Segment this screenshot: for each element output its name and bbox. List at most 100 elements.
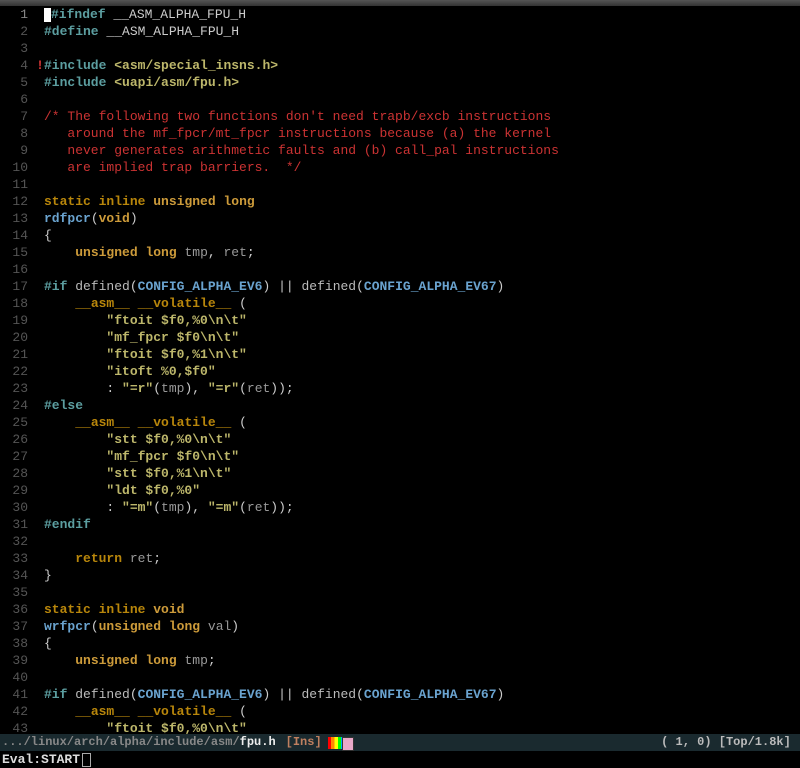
code-content[interactable]: "mf_fpcr $f0\n\t" <box>44 448 800 465</box>
code-content[interactable]: "stt $f0,%0\n\t" <box>44 431 800 448</box>
code-line[interactable]: 2 #define __ASM_ALPHA_FPU_H <box>0 23 800 40</box>
gutter-mark <box>36 380 44 397</box>
code-line[interactable]: 26 "stt $f0,%0\n\t" <box>0 431 800 448</box>
code-content[interactable]: /* The following two functions don't nee… <box>44 108 800 125</box>
code-content[interactable]: #ifndef __ASM_ALPHA_FPU_H <box>44 6 800 23</box>
code-content[interactable]: "stt $f0,%1\n\t" <box>44 465 800 482</box>
code-line[interactable]: 5#include <uapi/asm/fpu.h> <box>0 74 800 91</box>
code-line[interactable]: 40 <box>0 669 800 686</box>
code-content[interactable]: "ftoit $f0,%1\n\t" <box>44 346 800 363</box>
code-line[interactable]: 17#if defined(CONFIG_ALPHA_EV6) || defin… <box>0 278 800 295</box>
code-line[interactable]: 25 __asm__ __volatile__ ( <box>0 414 800 431</box>
code-line[interactable]: 4!#include <asm/special_insns.h> <box>0 57 800 74</box>
code-content[interactable]: : "=r"(tmp), "=r"(ret)); <box>44 380 800 397</box>
line-number: 2 <box>0 23 36 40</box>
code-content[interactable] <box>44 584 800 601</box>
code-content[interactable]: #if defined(CONFIG_ALPHA_EV6) || defined… <box>44 278 800 295</box>
line-number: 24 <box>0 397 36 414</box>
code-line[interactable]: 28 "stt $f0,%1\n\t" <box>0 465 800 482</box>
code-content[interactable]: #include <asm/special_insns.h> <box>44 57 800 74</box>
code-content[interactable]: } <box>44 567 800 584</box>
code-content[interactable]: __asm__ __volatile__ ( <box>44 703 800 720</box>
code-content[interactable]: return ret; <box>44 550 800 567</box>
line-number: 37 <box>0 618 36 635</box>
line-number: 6 <box>0 91 36 108</box>
code-content[interactable]: { <box>44 635 800 652</box>
code-content[interactable]: around the mf_fpcr/mt_fpcr instructions … <box>44 125 800 142</box>
minibuffer[interactable]: Eval: START <box>0 751 800 768</box>
code-content[interactable]: static inline void <box>44 601 800 618</box>
code-content[interactable]: are implied trap barriers. */ <box>44 159 800 176</box>
code-line[interactable]: 8 around the mf_fpcr/mt_fpcr instruction… <box>0 125 800 142</box>
code-content[interactable]: never generates arithmetic faults and (b… <box>44 142 800 159</box>
code-line[interactable]: 29 "ldt $f0,%0" <box>0 482 800 499</box>
code-content[interactable]: #define __ASM_ALPHA_FPU_H <box>44 23 800 40</box>
code-content[interactable]: #endif <box>44 516 800 533</box>
line-number: 3 <box>0 40 36 57</box>
code-content[interactable] <box>44 176 800 193</box>
code-content[interactable] <box>44 533 800 550</box>
code-content[interactable]: { <box>44 227 800 244</box>
code-content[interactable] <box>44 261 800 278</box>
code-line[interactable]: 12static inline unsigned long <box>0 193 800 210</box>
code-content[interactable]: "itoft %0,$f0" <box>44 363 800 380</box>
line-number: 22 <box>0 363 36 380</box>
code-content[interactable]: "ftoit $f0,%0\n\t" <box>44 312 800 329</box>
code-content[interactable]: #if defined(CONFIG_ALPHA_EV6) || defined… <box>44 686 800 703</box>
code-content[interactable]: rdfpcr(void) <box>44 210 800 227</box>
code-line[interactable]: 6 <box>0 91 800 108</box>
code-line[interactable]: 27 "mf_fpcr $f0\n\t" <box>0 448 800 465</box>
code-line[interactable]: 15 unsigned long tmp, ret; <box>0 244 800 261</box>
code-line[interactable]: 1#ifndef __ASM_ALPHA_FPU_H <box>0 6 800 23</box>
code-content[interactable]: __asm__ __volatile__ ( <box>44 295 800 312</box>
code-content[interactable]: unsigned long tmp; <box>44 652 800 669</box>
code-line[interactable]: 43 "ftoit $f0,%0\n\t" <box>0 720 800 734</box>
code-line[interactable]: 33 return ret; <box>0 550 800 567</box>
code-content[interactable] <box>44 669 800 686</box>
code-content[interactable]: static inline unsigned long <box>44 193 800 210</box>
code-line[interactable]: 32 <box>0 533 800 550</box>
code-content[interactable]: "ldt $f0,%0" <box>44 482 800 499</box>
code-line[interactable]: 34} <box>0 567 800 584</box>
code-line[interactable]: 3 <box>0 40 800 57</box>
code-line[interactable]: 35 <box>0 584 800 601</box>
code-line[interactable]: 24 #else <box>0 397 800 414</box>
line-number: 42 <box>0 703 36 720</box>
code-content[interactable]: wrfpcr(unsigned long val) <box>44 618 800 635</box>
code-line[interactable]: 18 __asm__ __volatile__ ( <box>0 295 800 312</box>
code-editor[interactable]: 1#ifndef __ASM_ALPHA_FPU_H2 #define __ASM… <box>0 6 800 734</box>
line-number: 29 <box>0 482 36 499</box>
code-line[interactable]: 13rdfpcr(void) <box>0 210 800 227</box>
code-content[interactable] <box>44 40 800 57</box>
code-line[interactable]: 19 "ftoit $f0,%0\n\t" <box>0 312 800 329</box>
code-line[interactable]: 9 never generates arithmetic faults and … <box>0 142 800 159</box>
code-content[interactable]: #else <box>44 397 800 414</box>
line-number: 23 <box>0 380 36 397</box>
code-content[interactable] <box>44 91 800 108</box>
code-line[interactable]: 22 "itoft %0,$f0" <box>0 363 800 380</box>
code-line[interactable]: 42 __asm__ __volatile__ ( <box>0 703 800 720</box>
code-line[interactable]: 11 <box>0 176 800 193</box>
code-line[interactable]: 16 <box>0 261 800 278</box>
gutter-mark <box>36 703 44 720</box>
code-line[interactable]: 21 "ftoit $f0,%1\n\t" <box>0 346 800 363</box>
code-line[interactable]: 38{ <box>0 635 800 652</box>
code-content[interactable]: "mf_fpcr $f0\n\t" <box>44 329 800 346</box>
code-line[interactable]: 14{ <box>0 227 800 244</box>
code-line[interactable]: 41#if defined(CONFIG_ALPHA_EV6) || defin… <box>0 686 800 703</box>
code-line[interactable]: 31#endif <box>0 516 800 533</box>
gutter-mark <box>36 142 44 159</box>
code-content[interactable]: unsigned long tmp, ret; <box>44 244 800 261</box>
code-line[interactable]: 23 : "=r"(tmp), "=r"(ret)); <box>0 380 800 397</box>
code-line[interactable]: 37 wrfpcr(unsigned long val) <box>0 618 800 635</box>
code-content[interactable]: #include <uapi/asm/fpu.h> <box>44 74 800 91</box>
code-line[interactable]: 39 unsigned long tmp; <box>0 652 800 669</box>
code-line[interactable]: 20 "mf_fpcr $f0\n\t" <box>0 329 800 346</box>
code-content[interactable]: "ftoit $f0,%0\n\t" <box>44 720 800 734</box>
code-content[interactable]: : "=m"(tmp), "=m"(ret)); <box>44 499 800 516</box>
code-line[interactable]: 7/* The following two functions don't ne… <box>0 108 800 125</box>
code-line[interactable]: 30 : "=m"(tmp), "=m"(ret)); <box>0 499 800 516</box>
code-line[interactable]: 36static inline void <box>0 601 800 618</box>
code-content[interactable]: __asm__ __volatile__ ( <box>44 414 800 431</box>
code-line[interactable]: 10 are implied trap barriers. */ <box>0 159 800 176</box>
